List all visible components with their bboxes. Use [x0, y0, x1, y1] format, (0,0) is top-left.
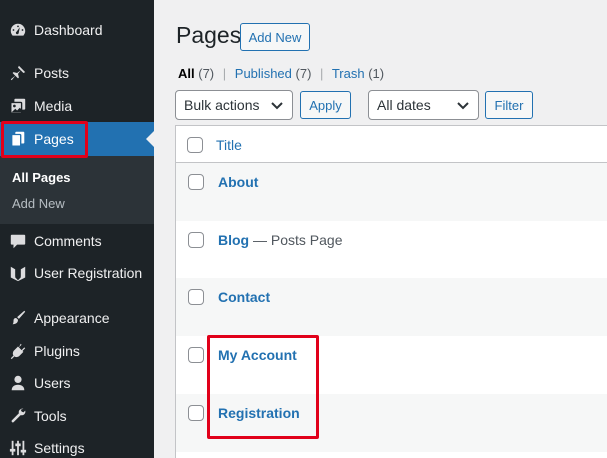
- sidebar-item-users[interactable]: Users: [0, 366, 154, 400]
- sidebar-item-label: Plugins: [34, 343, 80, 359]
- submenu-all-pages[interactable]: All Pages: [12, 170, 71, 185]
- sidebar-item-posts[interactable]: Posts: [0, 56, 154, 90]
- table-row: Blog — Posts Page: [176, 221, 607, 279]
- filter-all[interactable]: All: [178, 66, 195, 81]
- sidebar-item-label: Comments: [34, 233, 102, 249]
- select-all-checkbox[interactable]: [187, 137, 203, 153]
- pages-submenu: All Pages Add New: [0, 156, 154, 224]
- sidebar-item-label: Posts: [34, 65, 70, 81]
- media-icon: [8, 96, 28, 116]
- sidebar-item-label: User Registration: [34, 265, 143, 281]
- page-title: Pages: [176, 22, 242, 48]
- column-title[interactable]: Title: [216, 137, 242, 153]
- table-row: Contact: [176, 278, 607, 336]
- submenu-add-new[interactable]: Add New: [12, 196, 65, 211]
- row-checkbox[interactable]: [188, 174, 204, 190]
- row-checkbox[interactable]: [188, 405, 204, 421]
- post-state-label: — Posts Page: [249, 232, 343, 248]
- add-new-button[interactable]: Add New: [240, 23, 310, 51]
- sidebar-item-plugins[interactable]: Plugins: [0, 334, 154, 368]
- sidebar-item-dashboard[interactable]: Dashboard: [0, 13, 154, 47]
- page-title-link[interactable]: About: [218, 174, 258, 190]
- filter-published[interactable]: Published: [235, 66, 292, 81]
- brush-icon: [8, 308, 28, 328]
- status-filter-links: All (7) | Published (7) | Trash (1): [178, 66, 384, 81]
- sidebar-item-user-registration[interactable]: User Registration: [0, 256, 154, 290]
- comment-icon: [8, 231, 28, 251]
- chevron-down-icon: [457, 102, 469, 110]
- page-title-link[interactable]: Contact: [218, 289, 270, 305]
- sidebar-item-label: Users: [34, 375, 71, 391]
- filter-separator: |: [320, 66, 324, 81]
- filter-trash[interactable]: Trash: [332, 66, 365, 81]
- filter-published-count: (7): [295, 66, 312, 81]
- plug-icon: [8, 341, 28, 361]
- filter-all-count: (7): [198, 66, 215, 81]
- sliders-icon: [8, 438, 28, 458]
- pages-highlight-box: [1, 121, 88, 158]
- user-registration-icon: [8, 263, 28, 283]
- pin-icon: [8, 63, 28, 83]
- sidebar-item-label: Tools: [34, 408, 67, 424]
- dashboard-icon: [8, 20, 28, 40]
- filter-button[interactable]: Filter: [485, 91, 533, 119]
- sidebar-item-label: Dashboard: [34, 22, 103, 38]
- row-checkbox[interactable]: [188, 289, 204, 305]
- apply-button[interactable]: Apply: [300, 91, 351, 119]
- date-filter-value: All dates: [377, 97, 431, 113]
- sidebar-item-settings[interactable]: Settings: [0, 431, 154, 458]
- page-title-link[interactable]: Blog — Posts Page: [218, 232, 343, 248]
- row-checkbox[interactable]: [188, 232, 204, 248]
- page-title-text[interactable]: Blog: [218, 232, 249, 248]
- sidebar-item-media[interactable]: Media: [0, 89, 154, 123]
- rows-highlight-box: [207, 335, 319, 439]
- sidebar-item-label: Appearance: [34, 310, 110, 326]
- bulk-actions-value: Bulk actions: [184, 97, 260, 113]
- filter-separator: |: [222, 66, 227, 81]
- sidebar-item-comments[interactable]: Comments: [0, 224, 154, 258]
- bulk-actions-select[interactable]: Bulk actions: [175, 90, 293, 120]
- table-header: Title: [176, 126, 607, 163]
- table-row: About: [176, 163, 607, 221]
- date-filter-select[interactable]: All dates: [368, 90, 479, 120]
- row-checkbox[interactable]: [188, 347, 204, 363]
- filter-trash-count: (1): [368, 66, 385, 81]
- sidebar-item-label: Media: [34, 98, 73, 114]
- wrench-icon: [8, 406, 28, 426]
- sidebar-item-tools[interactable]: Tools: [0, 399, 154, 433]
- sidebar-item-appearance[interactable]: Appearance: [0, 301, 154, 335]
- sidebar-item-label: Settings: [34, 440, 85, 456]
- admin-sidebar: Dashboard Posts Media Pages All Pages Ad…: [0, 0, 154, 458]
- chevron-down-icon: [271, 102, 283, 110]
- user-icon: [8, 373, 28, 393]
